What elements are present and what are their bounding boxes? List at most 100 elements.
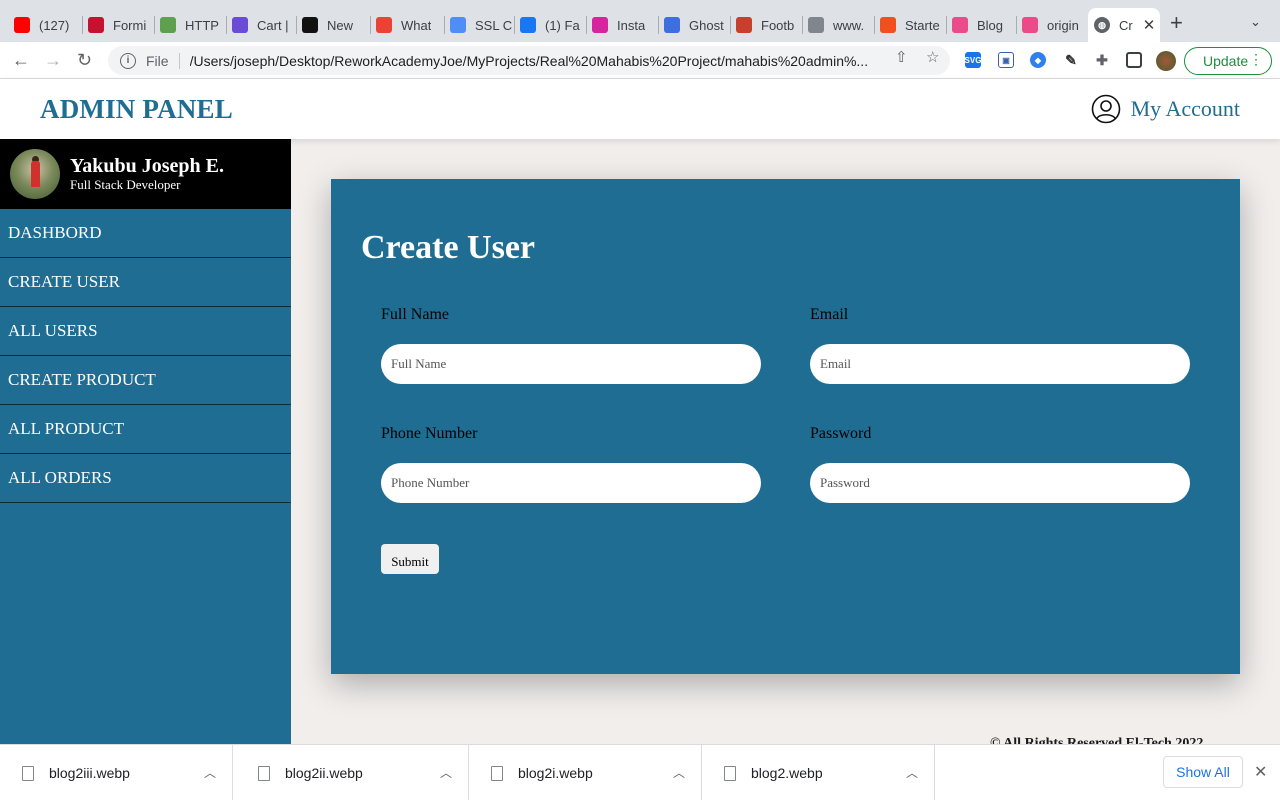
tab-title: Insta bbox=[617, 17, 646, 33]
browser-tab[interactable]: HTTP bbox=[160, 9, 224, 41]
eyedropper-extension-icon[interactable]: ✎ bbox=[1063, 52, 1079, 68]
close-tab-icon[interactable]: ✕ bbox=[1143, 16, 1156, 34]
browser-tab[interactable]: Cart | bbox=[232, 9, 296, 41]
tab-title: New bbox=[327, 17, 354, 33]
tab-title: Footb bbox=[761, 17, 795, 33]
globe-icon: ◍ bbox=[1094, 17, 1110, 33]
password-input[interactable] bbox=[810, 463, 1190, 503]
browser-tab[interactable]: Blog bbox=[952, 9, 1016, 41]
tab-title: HTTP bbox=[185, 17, 219, 33]
tab-title: Starte bbox=[905, 17, 940, 33]
sidebar-item-all-users[interactable]: ALL USERS bbox=[0, 307, 291, 356]
tab-separator bbox=[586, 16, 587, 34]
side-panel-icon[interactable] bbox=[1126, 52, 1142, 68]
browser-tab[interactable]: Footb bbox=[736, 9, 800, 41]
user-circle-icon bbox=[1091, 94, 1120, 124]
node-icon bbox=[160, 17, 176, 33]
search-extension-icon[interactable]: ▣ bbox=[998, 52, 1014, 68]
full-name-label: Full Name bbox=[381, 306, 449, 323]
file-icon bbox=[258, 765, 270, 781]
sidebar-item-create-user[interactable]: CREATE USER bbox=[0, 258, 291, 307]
email-label: Email bbox=[810, 306, 849, 323]
brand-title[interactable]: ADMIN PANEL bbox=[40, 94, 233, 125]
download-filename: blog2iii.webp bbox=[49, 765, 130, 781]
avatar-figure bbox=[31, 161, 40, 187]
address-url[interactable]: /Users/joseph/Desktop/ReworkAcademyJoe/M… bbox=[190, 53, 890, 69]
globe-icon bbox=[808, 17, 824, 33]
download-item[interactable]: blog2ii.webp ︿ bbox=[236, 745, 469, 800]
email-input[interactable] bbox=[810, 344, 1190, 384]
browser-tab[interactable]: (127) bbox=[14, 9, 78, 41]
address-bar[interactable]: i File /Users/joseph/Desktop/ReworkAcade… bbox=[108, 46, 950, 75]
tab-separator bbox=[370, 16, 371, 34]
download-item[interactable]: blog2iii.webp ︿ bbox=[0, 745, 233, 800]
profile-card: Yakubu Joseph E. Full Stack Developer bbox=[0, 139, 291, 209]
browser-tab-strip: (127) Formi HTTP Cart | New What SSL C (1) Fa In… bbox=[0, 0, 1280, 42]
back-button[interactable]: ← bbox=[12, 50, 30, 70]
show-all-button[interactable]: Show All bbox=[1163, 756, 1243, 788]
submit-button[interactable]: Submit bbox=[381, 544, 439, 574]
download-shelf: blog2iii.webp ︿ blog2ii.webp ︿ blog2i.we… bbox=[0, 744, 1280, 800]
forward-button[interactable]: → bbox=[44, 50, 62, 70]
tab-title: Ghost bbox=[689, 17, 724, 33]
extensions-puzzle-icon[interactable]: ✚ bbox=[1094, 52, 1110, 68]
browser-tab[interactable]: Formi bbox=[88, 9, 152, 41]
sidebar-item-dashboard[interactable]: DASHBORD bbox=[0, 209, 291, 258]
download-filename: blog2ii.webp bbox=[285, 765, 363, 781]
browser-tab[interactable]: New bbox=[302, 9, 366, 41]
tab-separator bbox=[296, 16, 297, 34]
my-account-link[interactable]: My Account bbox=[1091, 94, 1240, 124]
browser-tab[interactable]: Ghost bbox=[664, 9, 728, 41]
reload-button[interactable]: ↻ bbox=[77, 50, 92, 70]
phone-number-input[interactable] bbox=[381, 463, 761, 503]
profile-role: Full Stack Developer bbox=[70, 177, 181, 192]
update-button[interactable]: Update ⋮ bbox=[1184, 47, 1272, 75]
browser-tab[interactable]: SSL C bbox=[450, 9, 514, 41]
tab-separator bbox=[444, 16, 445, 34]
browser-tab[interactable]: Starte bbox=[880, 9, 944, 41]
profile-avatar-icon[interactable] bbox=[1156, 51, 1176, 71]
vercel-icon bbox=[302, 17, 318, 33]
chevron-up-icon[interactable]: ︿ bbox=[673, 764, 685, 781]
full-name-input[interactable] bbox=[381, 344, 761, 384]
download-item[interactable]: blog2i.webp ︿ bbox=[469, 745, 702, 800]
file-icon bbox=[22, 765, 34, 781]
menu-kebab-icon[interactable]: ⋮ bbox=[1249, 51, 1263, 68]
download-item[interactable]: blog2.webp ︿ bbox=[702, 745, 935, 800]
download-filename: blog2.webp bbox=[751, 765, 823, 781]
sidebar-item-create-product[interactable]: CREATE PRODUCT bbox=[0, 356, 291, 405]
profile-name: Yakubu Joseph E. bbox=[70, 155, 224, 177]
sidebar-item-all-product[interactable]: ALL PRODUCT bbox=[0, 405, 291, 454]
tab-title: (127) bbox=[39, 17, 70, 33]
dribbble-icon bbox=[952, 17, 968, 33]
svg-extension-icon[interactable]: SVG bbox=[965, 52, 981, 68]
figma-icon bbox=[880, 17, 896, 33]
tab-title: Formi bbox=[113, 17, 147, 33]
sidebar-item-all-orders[interactable]: ALL ORDERS bbox=[0, 454, 291, 503]
page-title: Create User bbox=[361, 229, 536, 266]
browser-tab[interactable]: origin bbox=[1022, 9, 1086, 41]
shield-icon bbox=[450, 17, 466, 33]
chevron-up-icon[interactable]: ︿ bbox=[204, 764, 216, 781]
share-icon[interactable]: ⇧ bbox=[895, 48, 908, 66]
chevron-up-icon[interactable]: ︿ bbox=[906, 764, 918, 781]
bookmark-star-icon[interactable]: ☆ bbox=[926, 48, 939, 66]
tab-separator bbox=[1016, 16, 1017, 34]
close-icon[interactable]: ✕ bbox=[1254, 762, 1267, 782]
file-icon bbox=[724, 765, 736, 781]
browser-tab[interactable]: (1) Fa bbox=[520, 9, 584, 41]
tab-search-chevron-icon[interactable]: ⌄ bbox=[1250, 14, 1261, 30]
download-filename: blog2i.webp bbox=[518, 765, 593, 781]
browser-tab[interactable]: www. bbox=[808, 9, 872, 41]
tab-active[interactable]: ◍ Cr ✕ bbox=[1088, 8, 1160, 42]
browser-tab[interactable]: Insta bbox=[592, 9, 656, 41]
tab-separator bbox=[82, 16, 83, 34]
info-icon[interactable]: i bbox=[120, 52, 136, 69]
chevron-up-icon[interactable]: ︿ bbox=[440, 764, 452, 781]
tab-title: (1) Fa bbox=[545, 17, 580, 33]
dribbble-icon bbox=[1022, 17, 1038, 33]
password-label: Password bbox=[810, 425, 872, 442]
new-tab-button[interactable]: + bbox=[1170, 12, 1183, 34]
browser-tab[interactable]: What bbox=[376, 9, 440, 41]
drop-extension-icon[interactable]: ◆ bbox=[1030, 52, 1046, 68]
